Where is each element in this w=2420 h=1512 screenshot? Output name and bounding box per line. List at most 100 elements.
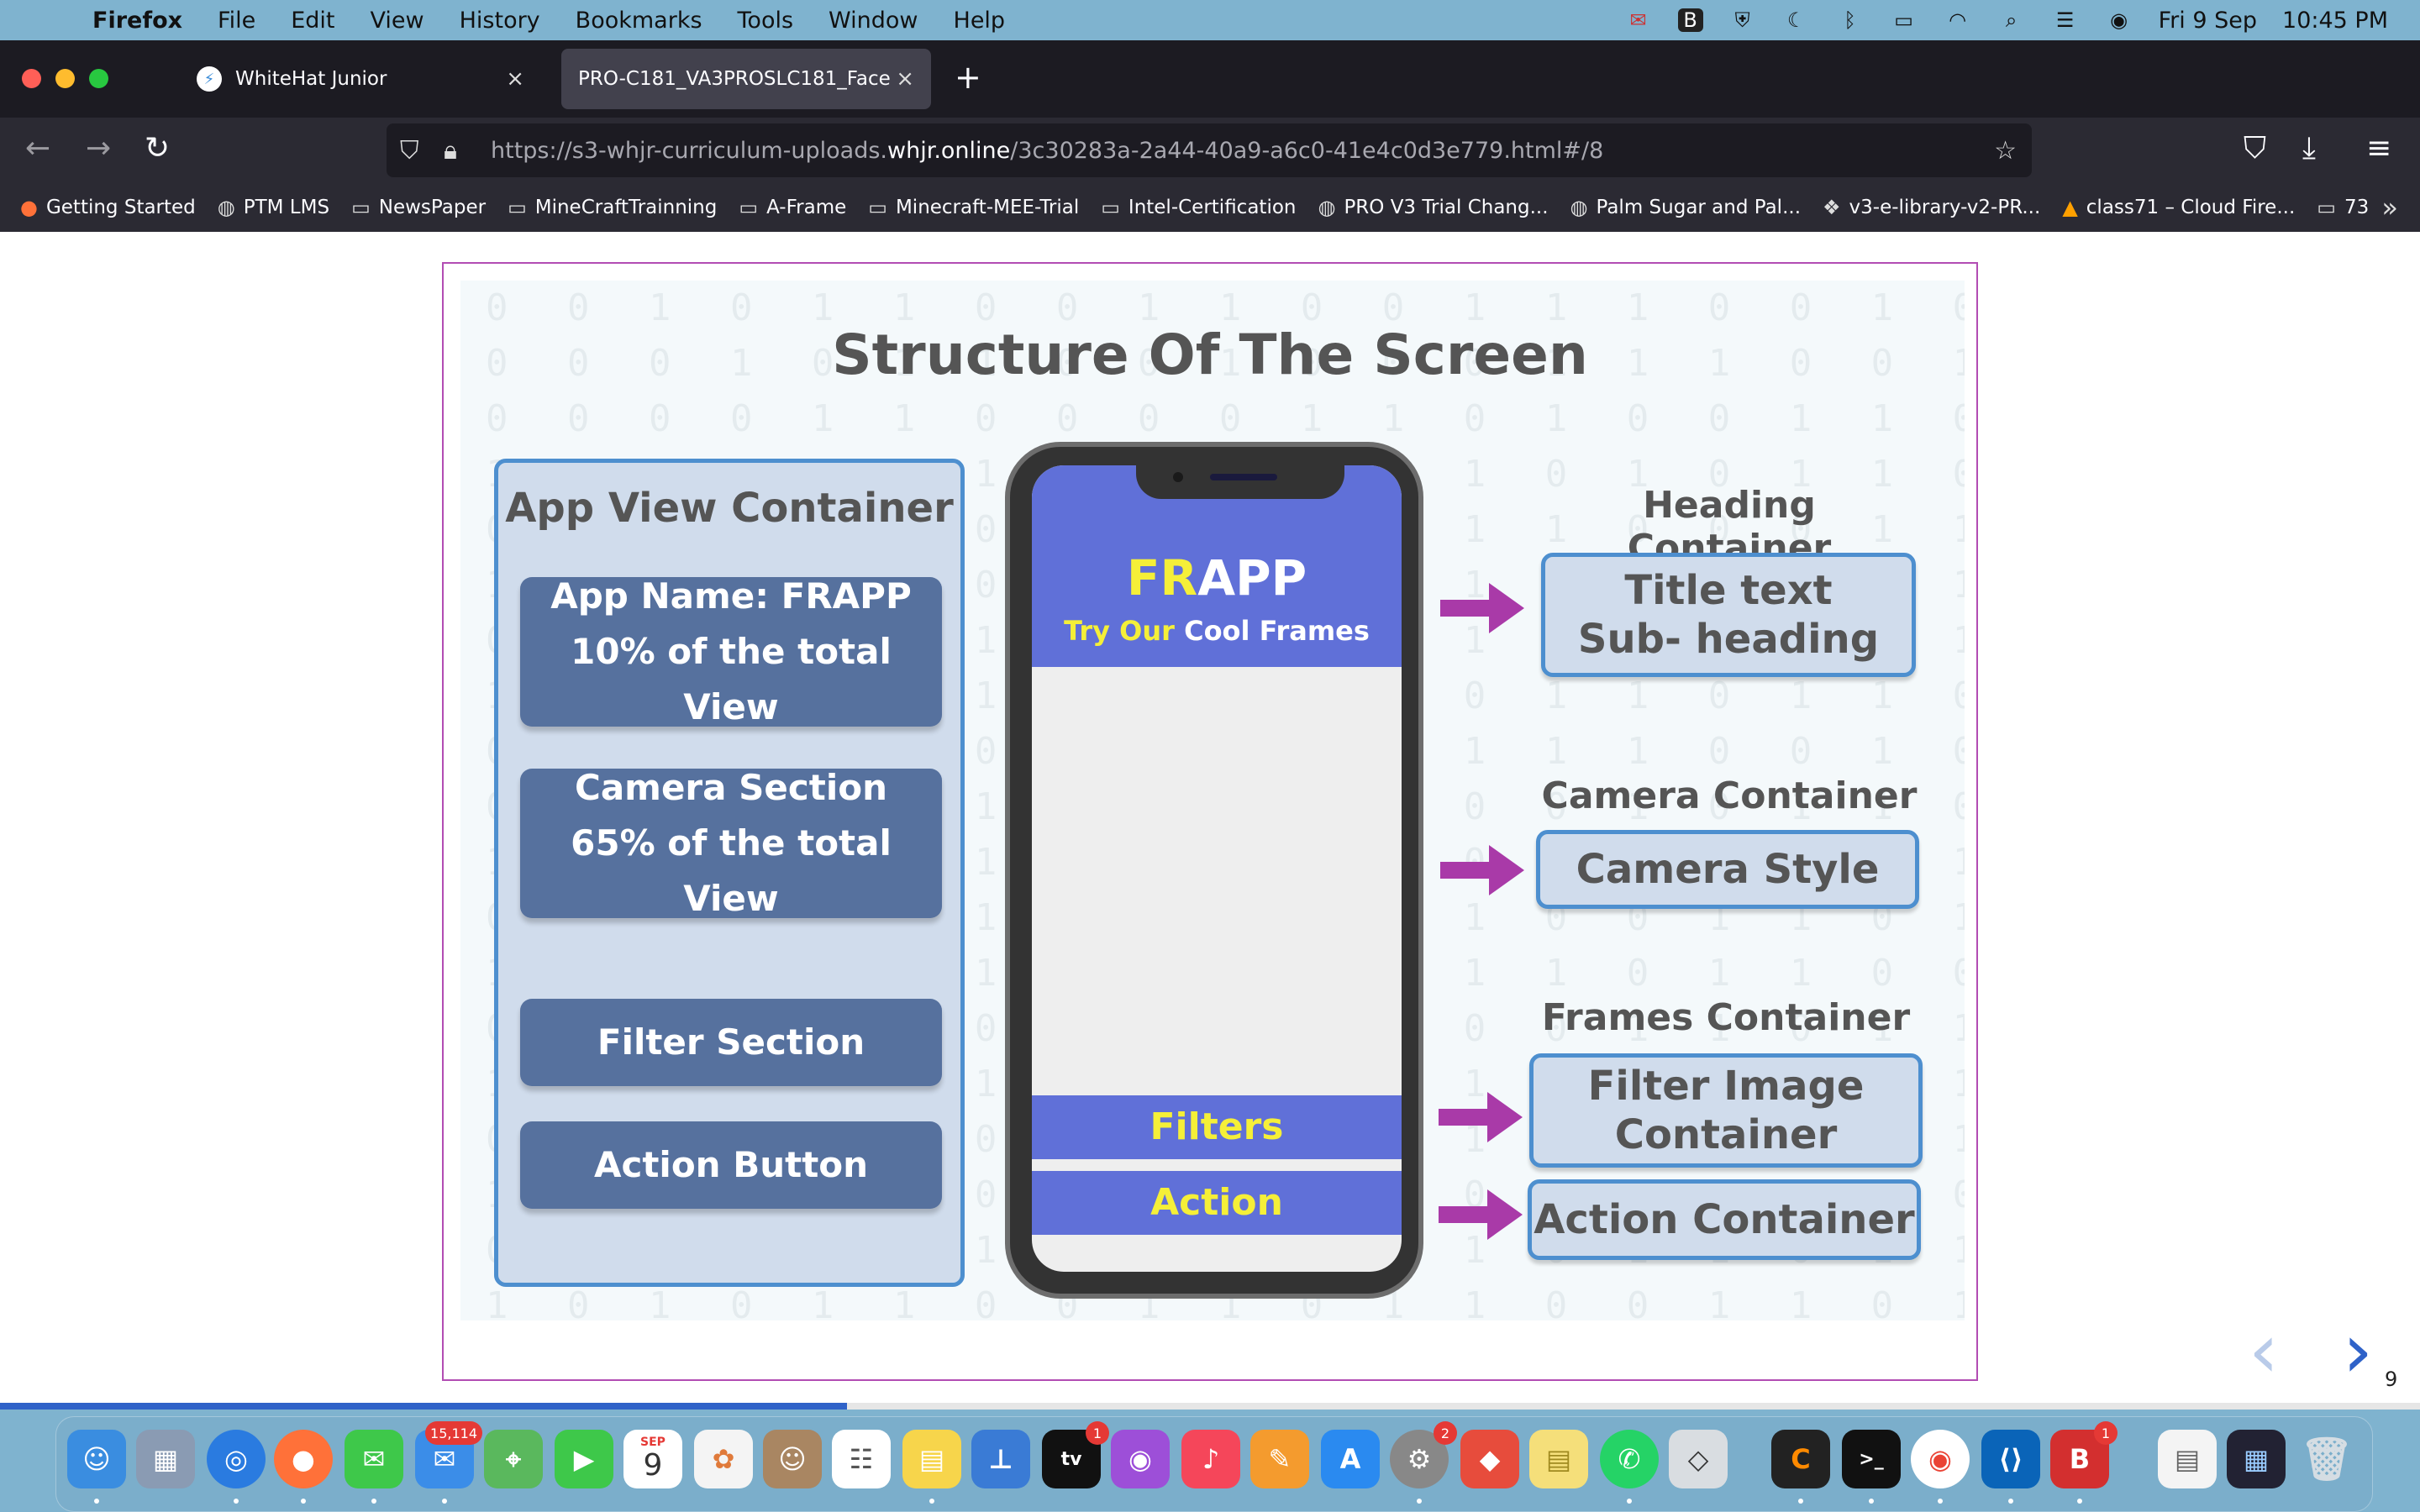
podcasts-icon[interactable]: ◉ [1111, 1430, 1170, 1488]
bookmark-item[interactable]: ▭ MineCraftTrainning [508, 196, 717, 219]
calendar-day: 9 [643, 1448, 663, 1483]
tab-active-slide[interactable]: PRO-C181_VA3PROSLC181_Face De × [561, 49, 931, 109]
menu-file[interactable]: File [218, 8, 255, 34]
calendar-icon[interactable]: SEP 9 [623, 1430, 682, 1488]
action-button-box: Action Button [520, 1121, 942, 1209]
music-icon[interactable]: ♪ [1181, 1430, 1240, 1488]
new-tab-icon[interactable]: + [955, 59, 981, 96]
shield-status-icon[interactable]: ⛨ [1728, 8, 1757, 32]
next-slide-icon[interactable]: › [2343, 1307, 2373, 1395]
zoom-window-button[interactable] [89, 69, 108, 88]
codea-icon[interactable]: C [1771, 1430, 1830, 1488]
bookmark-item[interactable]: ◍ PRO V3 Trial Chang... [1318, 196, 1548, 219]
siri-icon[interactable]: ◉ [2105, 8, 2133, 32]
battery-icon[interactable]: ▭ [1890, 8, 1918, 32]
terminal-icon[interactable]: >_ [1842, 1430, 1901, 1488]
app-store-icon[interactable]: A [1321, 1430, 1380, 1488]
bookmark-item[interactable]: ▲ class71 – Cloud Fire... [2062, 196, 2295, 219]
app-view-container: App View Container App Name: FRAPP 10% o… [494, 459, 965, 1287]
apple-tv-icon[interactable]: tv 1 [1042, 1421, 1109, 1488]
notes-icon[interactable]: ▤ [902, 1430, 961, 1488]
firefox-dock-icon[interactable]: ● [274, 1430, 333, 1488]
pages-icon[interactable]: ✎ [1250, 1430, 1309, 1488]
finder-icon[interactable]: ☺ [67, 1430, 126, 1488]
previous-slide-icon[interactable]: ‹ [2249, 1307, 2279, 1395]
camera-section-box: Camera Section 65% of the total View [520, 767, 942, 919]
menubar-date[interactable]: Fri 9 Sep [2159, 8, 2257, 34]
menu-help[interactable]: Help [954, 8, 1006, 34]
reminders-icon[interactable]: ☷ [832, 1430, 891, 1488]
control-center-icon[interactable]: ☰ [2051, 8, 2080, 32]
camera-icon [1173, 472, 1183, 482]
back-icon[interactable]: ← [25, 131, 50, 165]
bookmark-item[interactable]: ▭ NewsPaper [351, 196, 486, 219]
box-line: App Name: FRAPP [550, 575, 912, 617]
menubar-time[interactable]: 10:45 PM [2282, 8, 2388, 34]
menu-bookmarks[interactable]: Bookmarks [576, 8, 702, 34]
url-bar[interactable]: ⛉ 🔒︎ https://s3-whjr-curriculum-uploads.… [387, 123, 2032, 177]
close-icon[interactable]: × [896, 66, 914, 92]
document-thumbnail-icon[interactable]: ▤ [2158, 1430, 2217, 1488]
menu-tools[interactable]: Tools [738, 8, 794, 34]
screenshot-thumbnail-icon[interactable]: ▦ [2227, 1430, 2286, 1488]
menu-history[interactable]: History [460, 8, 540, 34]
trash-icon[interactable]: 🗑︎ [2297, 1430, 2356, 1488]
bookmark-star-icon[interactable]: ☆ [1994, 136, 2017, 165]
download-icon[interactable]: ⤓ [2302, 131, 2316, 166]
whatsapp-icon[interactable]: ✆ [1600, 1430, 1659, 1488]
url-text[interactable]: https://s3-whjr-curriculum-uploads.whjr.… [491, 138, 1603, 164]
bookmark-item[interactable]: ▭ 73 [2317, 196, 2369, 219]
maps-icon[interactable]: ⌖ [484, 1430, 543, 1488]
bookmark-item[interactable]: ▭ A-Frame [739, 196, 846, 219]
photos-icon[interactable]: ✿ [694, 1430, 753, 1488]
box-line: Container [1614, 1111, 1838, 1158]
close-window-button[interactable] [22, 69, 41, 88]
tab-whitehat[interactable]: ⚡ WhiteHat Junior × [180, 49, 541, 109]
reload-icon[interactable]: ↻ [145, 131, 170, 165]
menu-app-name[interactable]: Firefox [92, 8, 182, 34]
search-icon[interactable]: ⌕ [1997, 8, 2026, 32]
bookmark-item[interactable]: ❖ v3-e-library-v2-PR... [1823, 196, 2040, 219]
bookmark-item[interactable]: ▭ Minecraft-MEE-Trial [868, 196, 1079, 219]
bookmark-item[interactable]: ◍ PTM LMS [218, 196, 329, 219]
contacts-icon[interactable]: ☺ [763, 1430, 822, 1488]
chrome-icon[interactable]: ◉ [1911, 1430, 1970, 1488]
system-preferences-icon[interactable]: ⚙ 2 [1390, 1421, 1457, 1488]
forward-icon[interactable]: → [86, 131, 111, 165]
mail-icon[interactable]: ✉ 15,114 [415, 1421, 482, 1488]
bookmark-item[interactable]: ● Getting Started [20, 196, 196, 219]
b-status-icon[interactable]: B [1677, 8, 1703, 32]
b-app-icon[interactable]: B1 [2050, 1421, 2118, 1488]
action-container-box: Action Container [1528, 1179, 1921, 1260]
safari-icon[interactable]: ◎ [207, 1430, 266, 1488]
slide-progress-fill [0, 1403, 847, 1410]
wifi-icon[interactable]: ◠ [1944, 8, 1972, 32]
facetime-icon[interactable]: ▶ [555, 1430, 613, 1488]
bookmark-item[interactable]: ◍ Palm Sugar and Pal... [1570, 196, 1801, 219]
anydesk-icon[interactable]: ◆ [1460, 1430, 1519, 1488]
bookmark-item[interactable]: ▭ Intel-Certification [1101, 196, 1296, 219]
roblox-icon[interactable]: ◇ [1669, 1430, 1728, 1488]
menu-icon[interactable]: ≡ [2366, 131, 2391, 165]
launchpad-icon[interactable]: ▦ [136, 1430, 195, 1488]
tracking-shield-icon[interactable]: ⛉ [400, 136, 419, 165]
messages-icon[interactable]: ✉ [345, 1430, 403, 1488]
app-name-box: App Name: FRAPP 10% of the total View [520, 575, 942, 727]
chevron-right-double-icon[interactable]: » [2381, 192, 2398, 223]
pocket-icon[interactable]: ⛉ [2244, 131, 2266, 166]
keynote-icon[interactable]: ⊥ [971, 1430, 1030, 1488]
box-line: 65% of the total View [571, 822, 892, 919]
minimize-window-button[interactable] [55, 69, 75, 88]
close-icon[interactable]: × [506, 66, 524, 92]
stickies-icon[interactable]: ▤ [1529, 1430, 1588, 1488]
bluetooth-icon[interactable]: ᛒ [1836, 8, 1865, 32]
vscode-icon[interactable]: ⟨⟩ [1981, 1430, 2040, 1488]
moon-icon[interactable]: ☾ [1782, 8, 1811, 32]
lock-icon[interactable]: 🔒︎ [444, 136, 457, 165]
menu-window[interactable]: Window [829, 8, 918, 34]
gmail-status-icon[interactable]: ✉ [1624, 8, 1653, 32]
camera-container-label: Camera Container [1541, 774, 1918, 817]
menu-edit[interactable]: Edit [291, 8, 334, 34]
menu-view[interactable]: View [371, 8, 424, 34]
b-badge: 1 [2094, 1421, 2118, 1445]
